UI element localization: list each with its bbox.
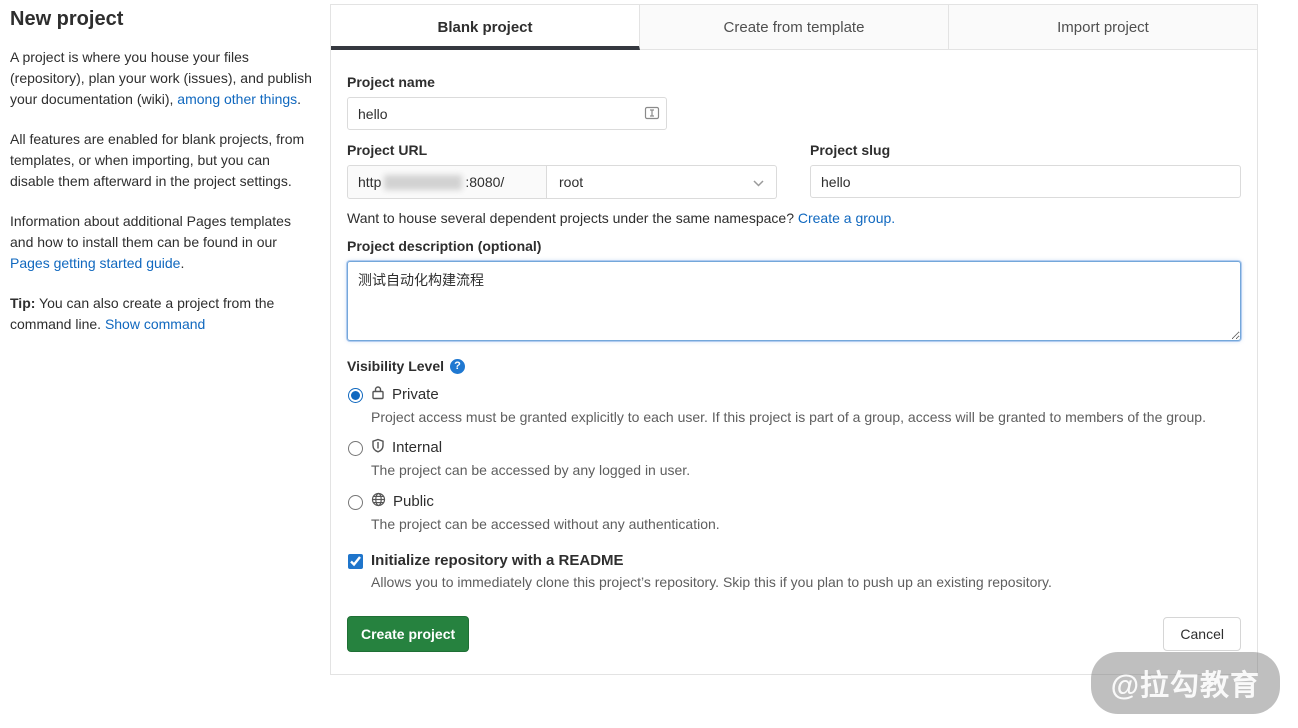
among-other-things-link[interactable]: among other things <box>177 91 297 107</box>
new-project-sidebar: New project A project is where you house… <box>10 0 312 354</box>
namespace-selected-value: root <box>559 174 583 190</box>
lock-icon <box>371 385 385 404</box>
visibility-option-public: Public The project can be accessed witho… <box>347 492 1241 534</box>
url-redaction-blur <box>384 175 462 190</box>
create-a-group-link[interactable]: Create a group. <box>798 210 895 226</box>
project-type-tabs: Blank project Create from template Impor… <box>331 5 1257 50</box>
project-name-label: Project name <box>347 74 1241 90</box>
create-project-button[interactable]: Create project <box>347 616 469 652</box>
project-description-textarea[interactable]: 测试自动化构建流程 <box>347 261 1241 341</box>
project-slug-column: Project slug <box>810 130 1241 199</box>
readme-description: Allows you to immediately clone this pro… <box>371 572 1052 592</box>
namespace-help-text: Want to house several dependent projects… <box>347 210 1241 226</box>
sidebar-paragraph-features: All features are enabled for blank proje… <box>10 129 312 192</box>
tab-import-project[interactable]: Import project <box>949 5 1257 49</box>
project-url-label: Project URL <box>347 142 777 158</box>
shield-icon <box>371 438 385 457</box>
cancel-button[interactable]: Cancel <box>1163 617 1241 651</box>
globe-icon <box>371 492 386 511</box>
show-command-link[interactable]: Show command <box>105 316 205 332</box>
sidebar-paragraph-tip: Tip: You can also create a project from … <box>10 293 312 335</box>
internal-radio[interactable] <box>348 441 363 456</box>
project-slug-input[interactable] <box>810 165 1241 198</box>
visibility-help-icon[interactable]: ? <box>450 359 465 374</box>
project-name-input[interactable] <box>347 97 667 130</box>
visibility-option-internal: Internal The project can be accessed by … <box>347 438 1241 480</box>
project-slug-label: Project slug <box>810 142 1241 158</box>
project-name-field-wrap <box>347 97 667 130</box>
sidebar-paragraph-pages: Information about additional Pages templ… <box>10 211 312 274</box>
public-option-description: The project can be accessed without any … <box>371 514 720 534</box>
internal-option-description: The project can be accessed by any logge… <box>371 460 690 480</box>
internal-option-name: Internal <box>392 439 442 456</box>
namespace-select[interactable]: root <box>547 165 777 199</box>
url-slug-row: Project URL http :8080/ root <box>347 130 1241 199</box>
visibility-level-label: Visibility Level <box>347 358 444 374</box>
project-description-label: Project description (optional) <box>347 238 1241 254</box>
sidebar-paragraph-intro: A project is where you house your files … <box>10 47 312 110</box>
visibility-level-header: Visibility Level ? <box>347 358 1241 374</box>
page-title: New project <box>10 8 312 31</box>
tip-label: Tip: <box>10 295 35 311</box>
visibility-option-private: Private Project access must be granted e… <box>347 385 1241 427</box>
readme-label: Initialize repository with a README <box>371 552 1052 569</box>
chevron-down-icon <box>753 174 764 190</box>
new-project-form: Project name Project URL http <box>331 50 1257 674</box>
private-option-description: Project access must be granted explicitl… <box>371 407 1206 427</box>
project-url-prefix: http :8080/ <box>347 165 547 199</box>
text-field-adornment-icon <box>644 105 660 121</box>
readme-checkbox[interactable] <box>348 554 363 569</box>
private-option-name: Private <box>392 386 439 403</box>
pages-guide-link[interactable]: Pages getting started guide <box>10 255 180 271</box>
public-radio[interactable] <box>348 495 363 510</box>
project-url-column: Project URL http :8080/ root <box>347 130 777 199</box>
private-radio[interactable] <box>348 388 363 403</box>
tab-create-from-template[interactable]: Create from template <box>640 5 949 49</box>
readme-option: Initialize repository with a README Allo… <box>347 552 1241 592</box>
form-actions: Create project Cancel <box>347 616 1241 652</box>
project-url-group: http :8080/ root <box>347 165 777 199</box>
tab-blank-project[interactable]: Blank project <box>331 5 640 50</box>
new-project-panel: Blank project Create from template Impor… <box>330 4 1258 675</box>
public-option-name: Public <box>393 493 434 510</box>
